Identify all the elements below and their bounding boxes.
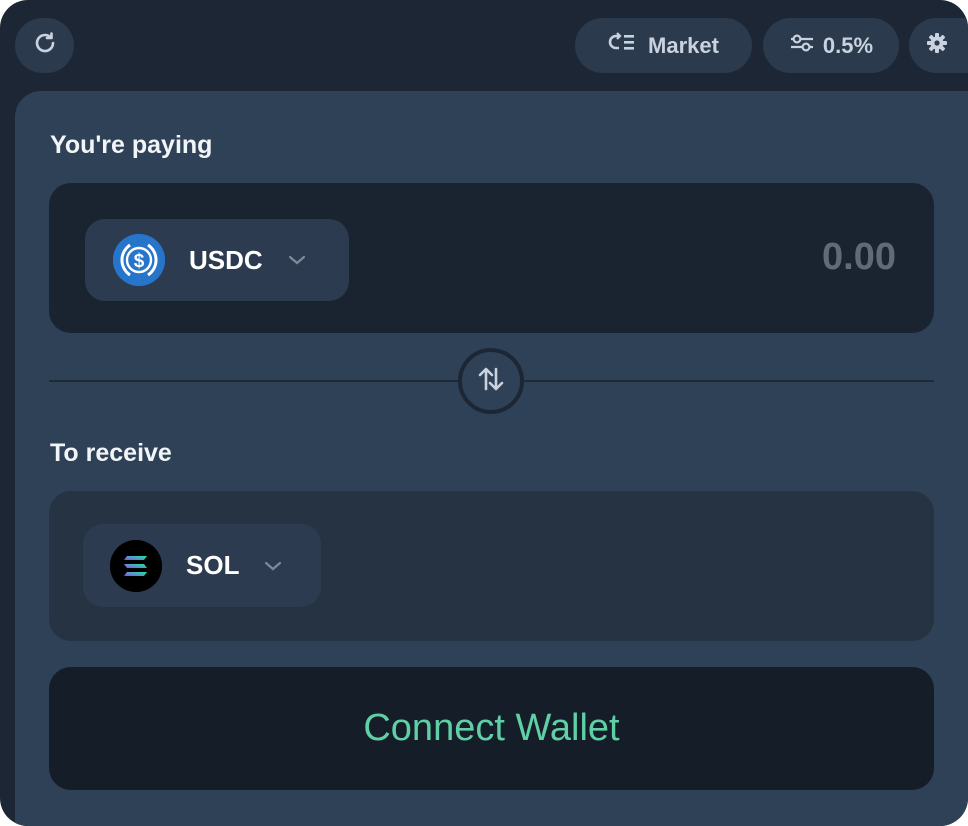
svg-text:$: $ <box>134 251 145 272</box>
market-mode-label: Market <box>648 32 719 58</box>
market-routing-icon <box>608 31 636 60</box>
connect-wallet-button[interactable]: Connect Wallet <box>49 667 934 790</box>
swap-widget: Market 0.5% You're paying $ USDC 0.00 To… <box>0 0 968 826</box>
receive-label: To receive <box>50 439 172 467</box>
market-mode-button[interactable]: Market <box>575 18 752 73</box>
receive-token-selector[interactable]: SOL <box>83 524 321 607</box>
chevron-down-icon <box>263 560 283 572</box>
slippage-value: 0.5% <box>822 32 874 58</box>
receive-token-name: SOL <box>186 550 240 580</box>
switch-tokens-button[interactable] <box>458 348 524 414</box>
chevron-down-icon <box>287 254 307 266</box>
pay-token-name: USDC <box>189 244 263 275</box>
sol-icon <box>110 539 162 592</box>
refresh-button[interactable] <box>15 18 74 73</box>
paying-label: You're paying <box>50 131 213 159</box>
pay-amount-input[interactable]: 0.00 <box>822 236 896 279</box>
gear-icon <box>926 32 948 59</box>
sliders-icon <box>789 32 815 60</box>
settings-button[interactable] <box>909 18 968 73</box>
swap-arrows-icon <box>476 366 506 397</box>
slippage-button[interactable]: 0.5% <box>763 18 899 73</box>
refresh-icon <box>32 30 58 61</box>
usdc-icon: $ <box>113 234 165 286</box>
pay-token-selector[interactable]: $ USDC <box>85 219 349 301</box>
